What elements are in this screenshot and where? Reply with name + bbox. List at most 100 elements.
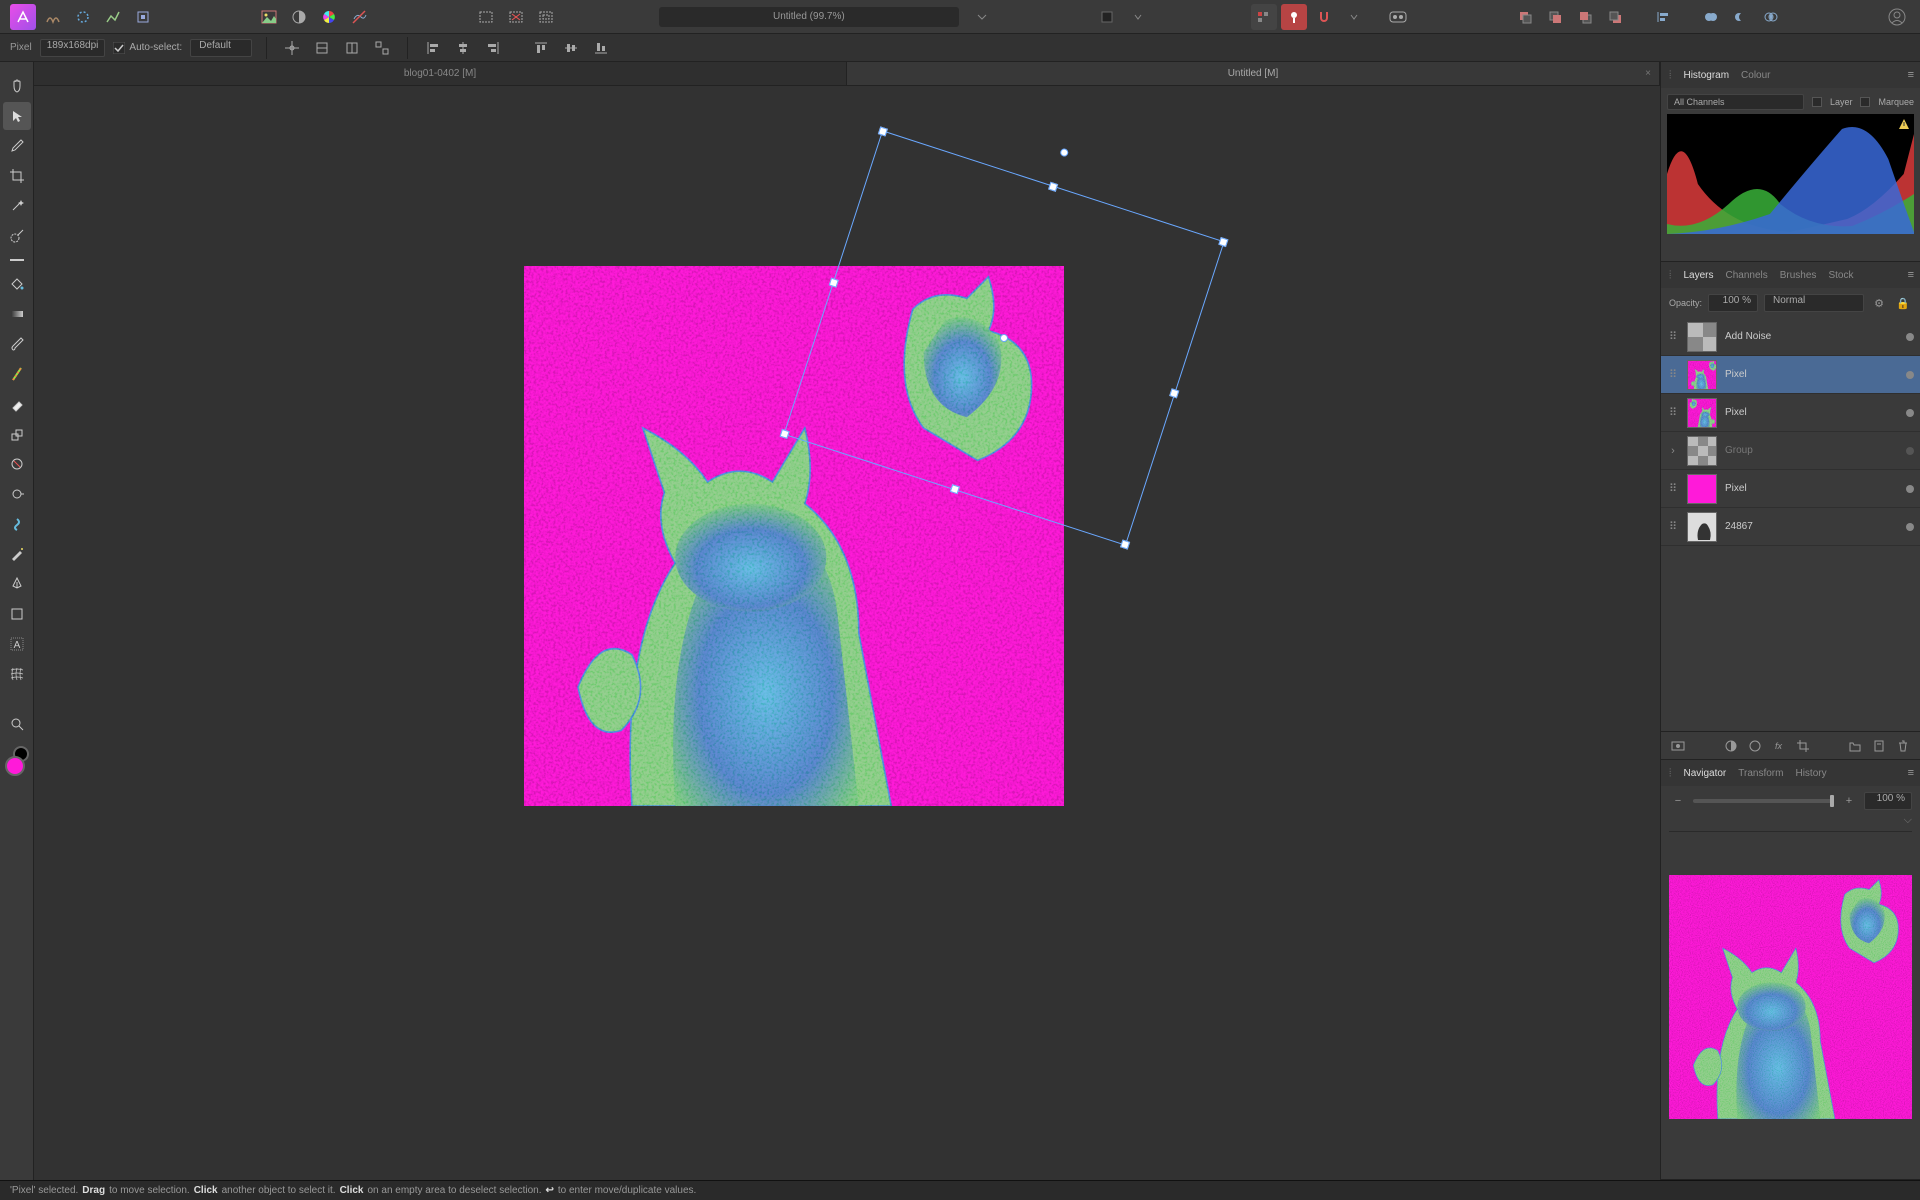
align-center-v-icon[interactable] [560,37,582,59]
hide-transform-icon[interactable] [341,37,363,59]
show-transform-icon[interactable] [311,37,333,59]
tab-navigator[interactable]: Navigator [1683,768,1726,779]
shape-tool[interactable] [3,600,31,628]
blend-mode-dropdown[interactable]: Normal [1764,294,1864,312]
selection-invert-icon[interactable] [533,4,559,30]
no-auto-icon[interactable] [346,4,372,30]
close-tab-icon[interactable]: × [1645,68,1651,79]
flood-fill-tool[interactable] [3,270,31,298]
opacity-field[interactable]: 100 % [1708,294,1758,312]
crop-layer-icon[interactable] [1794,737,1812,755]
layer-cog-icon[interactable]: ⚙ [1870,294,1888,312]
tab-layers[interactable]: Layers [1683,270,1713,281]
persona-liquify-icon[interactable] [40,4,66,30]
panel-grip-icon[interactable]: ⦙ [1669,69,1671,82]
selection-brush-tool[interactable] [3,222,31,250]
snap-grid-icon[interactable] [1251,4,1277,30]
navigator-preview[interactable] [1669,872,1912,1122]
account-icon[interactable] [1884,4,1910,30]
align-center-h-icon[interactable] [452,37,474,59]
arrange-back-icon[interactable] [1512,4,1538,30]
contrast-icon[interactable] [286,4,312,30]
retouch-tool[interactable] [3,540,31,568]
tab-channels[interactable]: Channels [1725,270,1767,281]
marquee-tool[interactable] [3,252,31,268]
selection-deselect-icon[interactable] [503,4,529,30]
crop-tool[interactable] [3,162,31,190]
layer-row[interactable]: ⠿Pixel [1661,394,1920,432]
panel-grip-icon[interactable]: ⦙ [1669,767,1671,780]
align-top-icon[interactable] [530,37,552,59]
group-icon[interactable] [1846,737,1864,755]
tab-histogram[interactable]: Histogram [1683,70,1729,81]
mesh-tool[interactable] [3,660,31,688]
app-logo[interactable] [10,4,36,30]
arrange-backward-icon[interactable] [1542,4,1568,30]
document-tab-2[interactable]: Untitled [M]× [847,62,1660,85]
tab-colour[interactable]: Colour [1741,70,1770,81]
color-swatches[interactable] [5,746,29,776]
histogram-channel-dropdown[interactable]: All Channels [1667,94,1804,110]
wand-tool[interactable] [3,192,31,220]
nav-options-icon[interactable]: ⌵ [1904,814,1912,827]
layer-row[interactable]: ›Group [1661,432,1920,470]
tab-transform[interactable]: Transform [1738,768,1783,779]
zoom-slider[interactable] [1693,799,1834,803]
persona-export-icon[interactable] [130,4,156,30]
bool-subtract-icon[interactable] [1728,4,1754,30]
snap-magnet-icon[interactable] [1311,4,1337,30]
arrange-front-icon[interactable] [1602,4,1628,30]
layer-visibility-icon[interactable]: ⠿ [1667,521,1679,533]
smudge-tool[interactable] [3,510,31,538]
fx-text-icon[interactable]: fx [1770,737,1788,755]
cycle-transform-icon[interactable] [371,37,393,59]
gradient-tool[interactable] [3,300,31,328]
auto-select-dropdown[interactable]: Default [190,39,252,57]
tab-brushes[interactable]: Brushes [1780,270,1817,281]
layer-visibility-icon[interactable]: ⠿ [1667,483,1679,495]
bool-intersect-icon[interactable] [1758,4,1784,30]
paint-brush-tool[interactable] [3,330,31,358]
align-dropdown-icon[interactable] [1650,4,1676,30]
text-tool[interactable]: A [3,630,31,658]
move-tool[interactable] [3,102,31,130]
layer-visibility-icon[interactable]: ⠿ [1667,407,1679,419]
snap-dropdown-icon[interactable] [1341,4,1367,30]
histogram-marquee-checkbox[interactable] [1860,97,1870,107]
selection-all-icon[interactable] [473,4,499,30]
color-picker-tool[interactable] [3,132,31,160]
vr-preview-icon[interactable] [1385,4,1411,30]
panel-menu-icon[interactable]: ≡ [1908,767,1914,779]
layer-row[interactable]: ⠿Add Noise [1661,318,1920,356]
document-tab-1[interactable]: blog01-0402 [M] [34,62,847,85]
layer-visibility-icon[interactable]: ⠿ [1667,331,1679,343]
add-layer-icon[interactable] [1870,737,1888,755]
align-bottom-icon[interactable] [590,37,612,59]
paint-mixer-tool[interactable] [3,360,31,388]
tab-stock[interactable]: Stock [1828,270,1853,281]
bool-add-icon[interactable] [1698,4,1724,30]
bg-color-picker[interactable] [1095,4,1121,30]
mask-layer-icon[interactable] [1669,737,1687,755]
chevron-right-icon[interactable]: › [1667,445,1679,457]
align-right-icon[interactable] [482,37,504,59]
panel-menu-icon[interactable]: ≡ [1908,269,1914,281]
persona-develop-icon[interactable] [70,4,96,30]
pen-tool[interactable] [3,570,31,598]
fx-layer-icon[interactable] [1746,737,1764,755]
auto-select-checkbox[interactable]: Auto-select: [113,42,182,54]
photo-icon[interactable] [256,4,282,30]
tab-history[interactable]: History [1795,768,1826,779]
persona-tone-icon[interactable] [100,4,126,30]
hand-tool[interactable] [3,72,31,100]
layer-visibility-icon[interactable]: ⠿ [1667,369,1679,381]
color-wheel-icon[interactable] [316,4,342,30]
adjustment-icon[interactable] [1722,737,1740,755]
zoom-in-icon[interactable]: + [1840,792,1858,810]
panel-menu-icon[interactable]: ≡ [1908,69,1914,81]
snap-pin-icon[interactable] [1281,4,1307,30]
doc-menu-icon[interactable] [969,4,995,30]
bg-dropdown-icon[interactable] [1125,4,1151,30]
clone-tool[interactable] [3,420,31,448]
layer-row[interactable]: ⠿Pixel [1661,356,1920,394]
